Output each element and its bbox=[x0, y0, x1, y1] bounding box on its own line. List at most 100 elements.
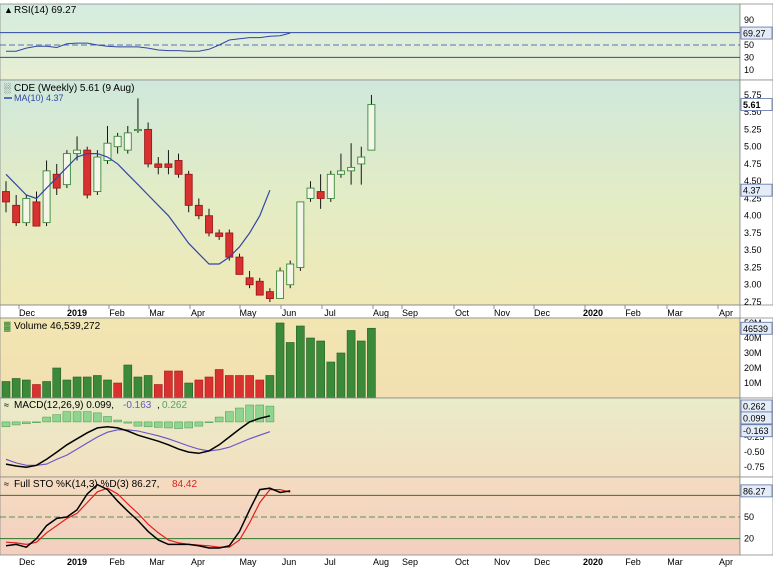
volume-bar-up bbox=[306, 337, 315, 399]
volume-bar-up bbox=[346, 330, 356, 399]
candle-down bbox=[225, 232, 234, 258]
month-label: 2019 bbox=[67, 308, 87, 318]
candle-up bbox=[93, 156, 102, 192]
volume-tick-label: 30M bbox=[744, 348, 762, 358]
rsi-tick-label: 30 bbox=[744, 52, 754, 62]
rsi-tick-label: 90 bbox=[744, 15, 754, 25]
candle-up bbox=[286, 263, 295, 286]
candle-up bbox=[103, 142, 112, 161]
candle-down bbox=[2, 191, 10, 203]
macd-histogram-bar bbox=[235, 407, 244, 423]
month-label: Apr bbox=[719, 308, 733, 318]
month-label: Apr bbox=[191, 308, 205, 318]
rsi-tick-label: 50 bbox=[744, 40, 754, 50]
bottom-month-label: Mar bbox=[149, 557, 165, 567]
volume-bar-down bbox=[225, 375, 234, 399]
bottom-month-label: Oct bbox=[455, 557, 470, 567]
month-label: Mar bbox=[149, 308, 165, 318]
month-label: Dec bbox=[19, 308, 36, 318]
volume-bar-up bbox=[52, 367, 62, 399]
volume-bar-down bbox=[174, 370, 183, 399]
macd-histogram-bar bbox=[194, 421, 204, 427]
volume-bar-up bbox=[133, 376, 143, 399]
volume-bar-up bbox=[326, 361, 336, 399]
sto-last-tag: 86.27 bbox=[743, 486, 766, 496]
price-tick-label: 4.75 bbox=[744, 159, 762, 169]
volume-icon: ▓ bbox=[4, 321, 11, 332]
candle-down bbox=[316, 191, 325, 199]
macd-histogram-bar bbox=[113, 419, 122, 423]
candle-up bbox=[347, 166, 356, 172]
candle-down bbox=[12, 204, 21, 224]
volume-tick-label: 20M bbox=[744, 363, 762, 373]
candle-up bbox=[296, 201, 305, 268]
macd-histogram-bar bbox=[103, 416, 112, 423]
macd-hist-value: 0.262 bbox=[162, 400, 187, 411]
ma-label: MA(10) 4.37 bbox=[14, 93, 64, 103]
macd-signal-value: -0.163 bbox=[123, 400, 152, 411]
bottom-month-label: Aug bbox=[373, 557, 389, 567]
volume-bar-up bbox=[21, 379, 31, 399]
volume-bar-down bbox=[153, 384, 163, 399]
volume-bar-up bbox=[1, 381, 11, 399]
bottom-month-label: Sep bbox=[402, 557, 418, 567]
macd-histogram-bar bbox=[133, 421, 143, 427]
macd-histogram-bar bbox=[214, 416, 224, 423]
volume-bar-up bbox=[296, 325, 305, 399]
volume-bar-up bbox=[265, 375, 275, 399]
candle-down bbox=[164, 163, 173, 168]
macd-histogram-bar bbox=[143, 421, 153, 428]
volume-bar-up bbox=[103, 379, 112, 399]
price-tick-label: 5.00 bbox=[744, 142, 762, 152]
bottom-month-label: Apr bbox=[191, 557, 205, 567]
volume-bar-down bbox=[214, 369, 224, 399]
sto-title: Full STO %K(14,3) %D(3) 86.27, bbox=[14, 479, 159, 490]
volume-bar-up bbox=[336, 352, 346, 399]
candle-up bbox=[276, 270, 284, 299]
stock-chart: ▲ RSI(14) 69.27 90 50 30 10 69.27 5.75 5.50 5.25 5… bbox=[0, 0, 773, 569]
rsi-tick-label: 10 bbox=[744, 65, 754, 75]
volume-bar-up bbox=[316, 340, 325, 399]
price-last-tag: 5.61 bbox=[743, 100, 761, 110]
macd-histogram-bar bbox=[32, 421, 41, 424]
bottom-month-label: Dec bbox=[534, 557, 551, 567]
price-tick-label: 3.25 bbox=[744, 262, 762, 272]
macd-histogram-bar bbox=[1, 421, 11, 428]
macd-histogram-bar bbox=[123, 421, 133, 424]
ticker-icon: ░ bbox=[4, 83, 11, 94]
month-label: Oct bbox=[455, 308, 470, 318]
bottom-month-label: May bbox=[239, 557, 257, 567]
volume-last-tag: 46539 bbox=[743, 324, 768, 334]
macd-sep: , bbox=[157, 400, 160, 411]
month-label: Jul bbox=[324, 308, 336, 318]
volume-bar-down bbox=[235, 375, 244, 399]
volume-bar-down bbox=[255, 379, 265, 399]
volume-bar-down bbox=[113, 382, 122, 399]
volume-bar-up bbox=[275, 322, 285, 399]
bottom-month-label: Mar bbox=[667, 557, 683, 567]
sto-icon: ≈ bbox=[4, 479, 9, 489]
macd-histogram-bar bbox=[82, 411, 92, 423]
candle-down bbox=[245, 277, 254, 286]
macd-histogram-bar bbox=[204, 421, 214, 424]
bottom-month-label: Jul bbox=[324, 557, 336, 567]
rsi-last-value-tag: 69.27 bbox=[743, 29, 766, 39]
price-tick-label: 3.75 bbox=[744, 228, 762, 238]
candle-down bbox=[52, 173, 61, 189]
macd-histogram-bar bbox=[265, 405, 275, 423]
bottom-month-label: 2019 bbox=[67, 557, 87, 567]
candle-down bbox=[144, 128, 153, 165]
candle-down bbox=[83, 149, 92, 196]
candle-down bbox=[174, 160, 183, 175]
macd-histogram-bar bbox=[153, 421, 163, 428]
month-label: Dec bbox=[534, 308, 551, 318]
candle-up bbox=[22, 198, 31, 224]
candle-down bbox=[184, 173, 193, 206]
bottom-month-label: Dec bbox=[19, 557, 36, 567]
price-tick-label: 2.75 bbox=[744, 297, 762, 307]
candle-up bbox=[367, 104, 376, 151]
macd-histogram-bar bbox=[52, 414, 62, 423]
macd-signal-tag: -0.163 bbox=[743, 426, 769, 436]
volume-bar-up bbox=[184, 382, 193, 399]
macd-histogram-bar bbox=[11, 421, 21, 426]
